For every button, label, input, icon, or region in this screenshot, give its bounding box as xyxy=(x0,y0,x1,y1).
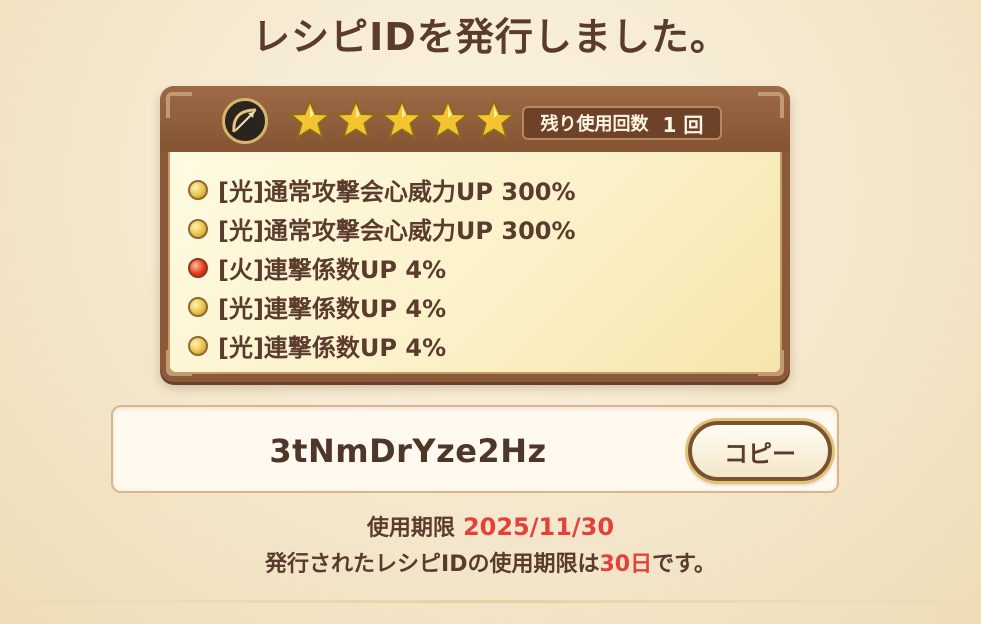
skill-text: [光]連撃係数UP 4% xyxy=(218,295,447,323)
expiry-note: 発行されたレシピIDの使用期限は30日です。 xyxy=(0,546,981,578)
expiry-note-suffix: です。 xyxy=(652,552,716,577)
skill-item: [火]連撃係数UP 4% xyxy=(188,248,576,287)
star-icon xyxy=(334,98,378,140)
bow-icon xyxy=(222,98,268,144)
light-element-icon xyxy=(188,296,208,317)
skill-text: [光]通常攻撃会心威力UP 300% xyxy=(218,178,576,206)
expiry-note-days: 30日 xyxy=(599,552,653,577)
skill-text: [火]連撃係数UP 4% xyxy=(218,256,447,284)
star-icon xyxy=(426,98,470,140)
recipe-id-value: 3tNmDrYze2Hz xyxy=(269,432,547,470)
remaining-uses-badge: 残り使用回数 1 回 xyxy=(522,106,722,140)
star-icon xyxy=(288,98,332,140)
expiry-date: 2025/11/30 xyxy=(462,513,615,541)
copy-button[interactable]: コピー xyxy=(688,421,832,481)
fire-element-icon xyxy=(188,257,208,278)
star-icon xyxy=(472,98,516,140)
recipe-id-field: 3tNmDrYze2Hz コピー xyxy=(111,405,839,493)
star-icon xyxy=(380,98,424,140)
corner-ornament xyxy=(166,92,192,118)
expiry-line: 使用期限 2025/11/30 xyxy=(0,510,981,542)
skill-item: [光]通常攻撃会心威力UP 300% xyxy=(188,170,576,209)
remaining-uses-label: 残り使用回数 xyxy=(540,114,649,135)
corner-ornament xyxy=(758,92,784,118)
skill-item: [光]連撃係数UP 4% xyxy=(188,326,576,365)
skill-panel: [光]通常攻撃会心威力UP 300% [光]通常攻撃会心威力UP 300% [火… xyxy=(168,152,782,374)
skill-list: [光]通常攻撃会心威力UP 300% [光]通常攻撃会心威力UP 300% [火… xyxy=(188,170,576,365)
light-element-icon xyxy=(188,218,208,239)
remaining-uses-count: 1 回 xyxy=(662,112,704,137)
skill-item: [光]通常攻撃会心威力UP 300% xyxy=(188,209,576,248)
skill-text: [光]連撃係数UP 4% xyxy=(218,334,447,362)
page-title: レシピIDを発行しました。 xyxy=(252,15,729,59)
skill-text: [光]通常攻撃会心威力UP 300% xyxy=(218,217,576,245)
corner-ornament xyxy=(758,350,784,376)
skill-item: [光]連撃係数UP 4% xyxy=(188,287,576,326)
corner-ornament xyxy=(166,350,192,376)
expiry-label: 使用期限 xyxy=(366,516,455,541)
recipe-card: 残り使用回数 1 回 [光]通常攻撃会心威力UP 300% [光]通常攻撃会心威… xyxy=(160,86,790,382)
divider xyxy=(0,600,981,603)
light-element-icon xyxy=(188,179,208,200)
expiry-note-prefix: 発行されたレシピIDの使用期限は xyxy=(265,552,600,577)
recipe-card-header: 残り使用回数 1 回 xyxy=(160,86,790,152)
rarity-stars xyxy=(288,98,516,142)
